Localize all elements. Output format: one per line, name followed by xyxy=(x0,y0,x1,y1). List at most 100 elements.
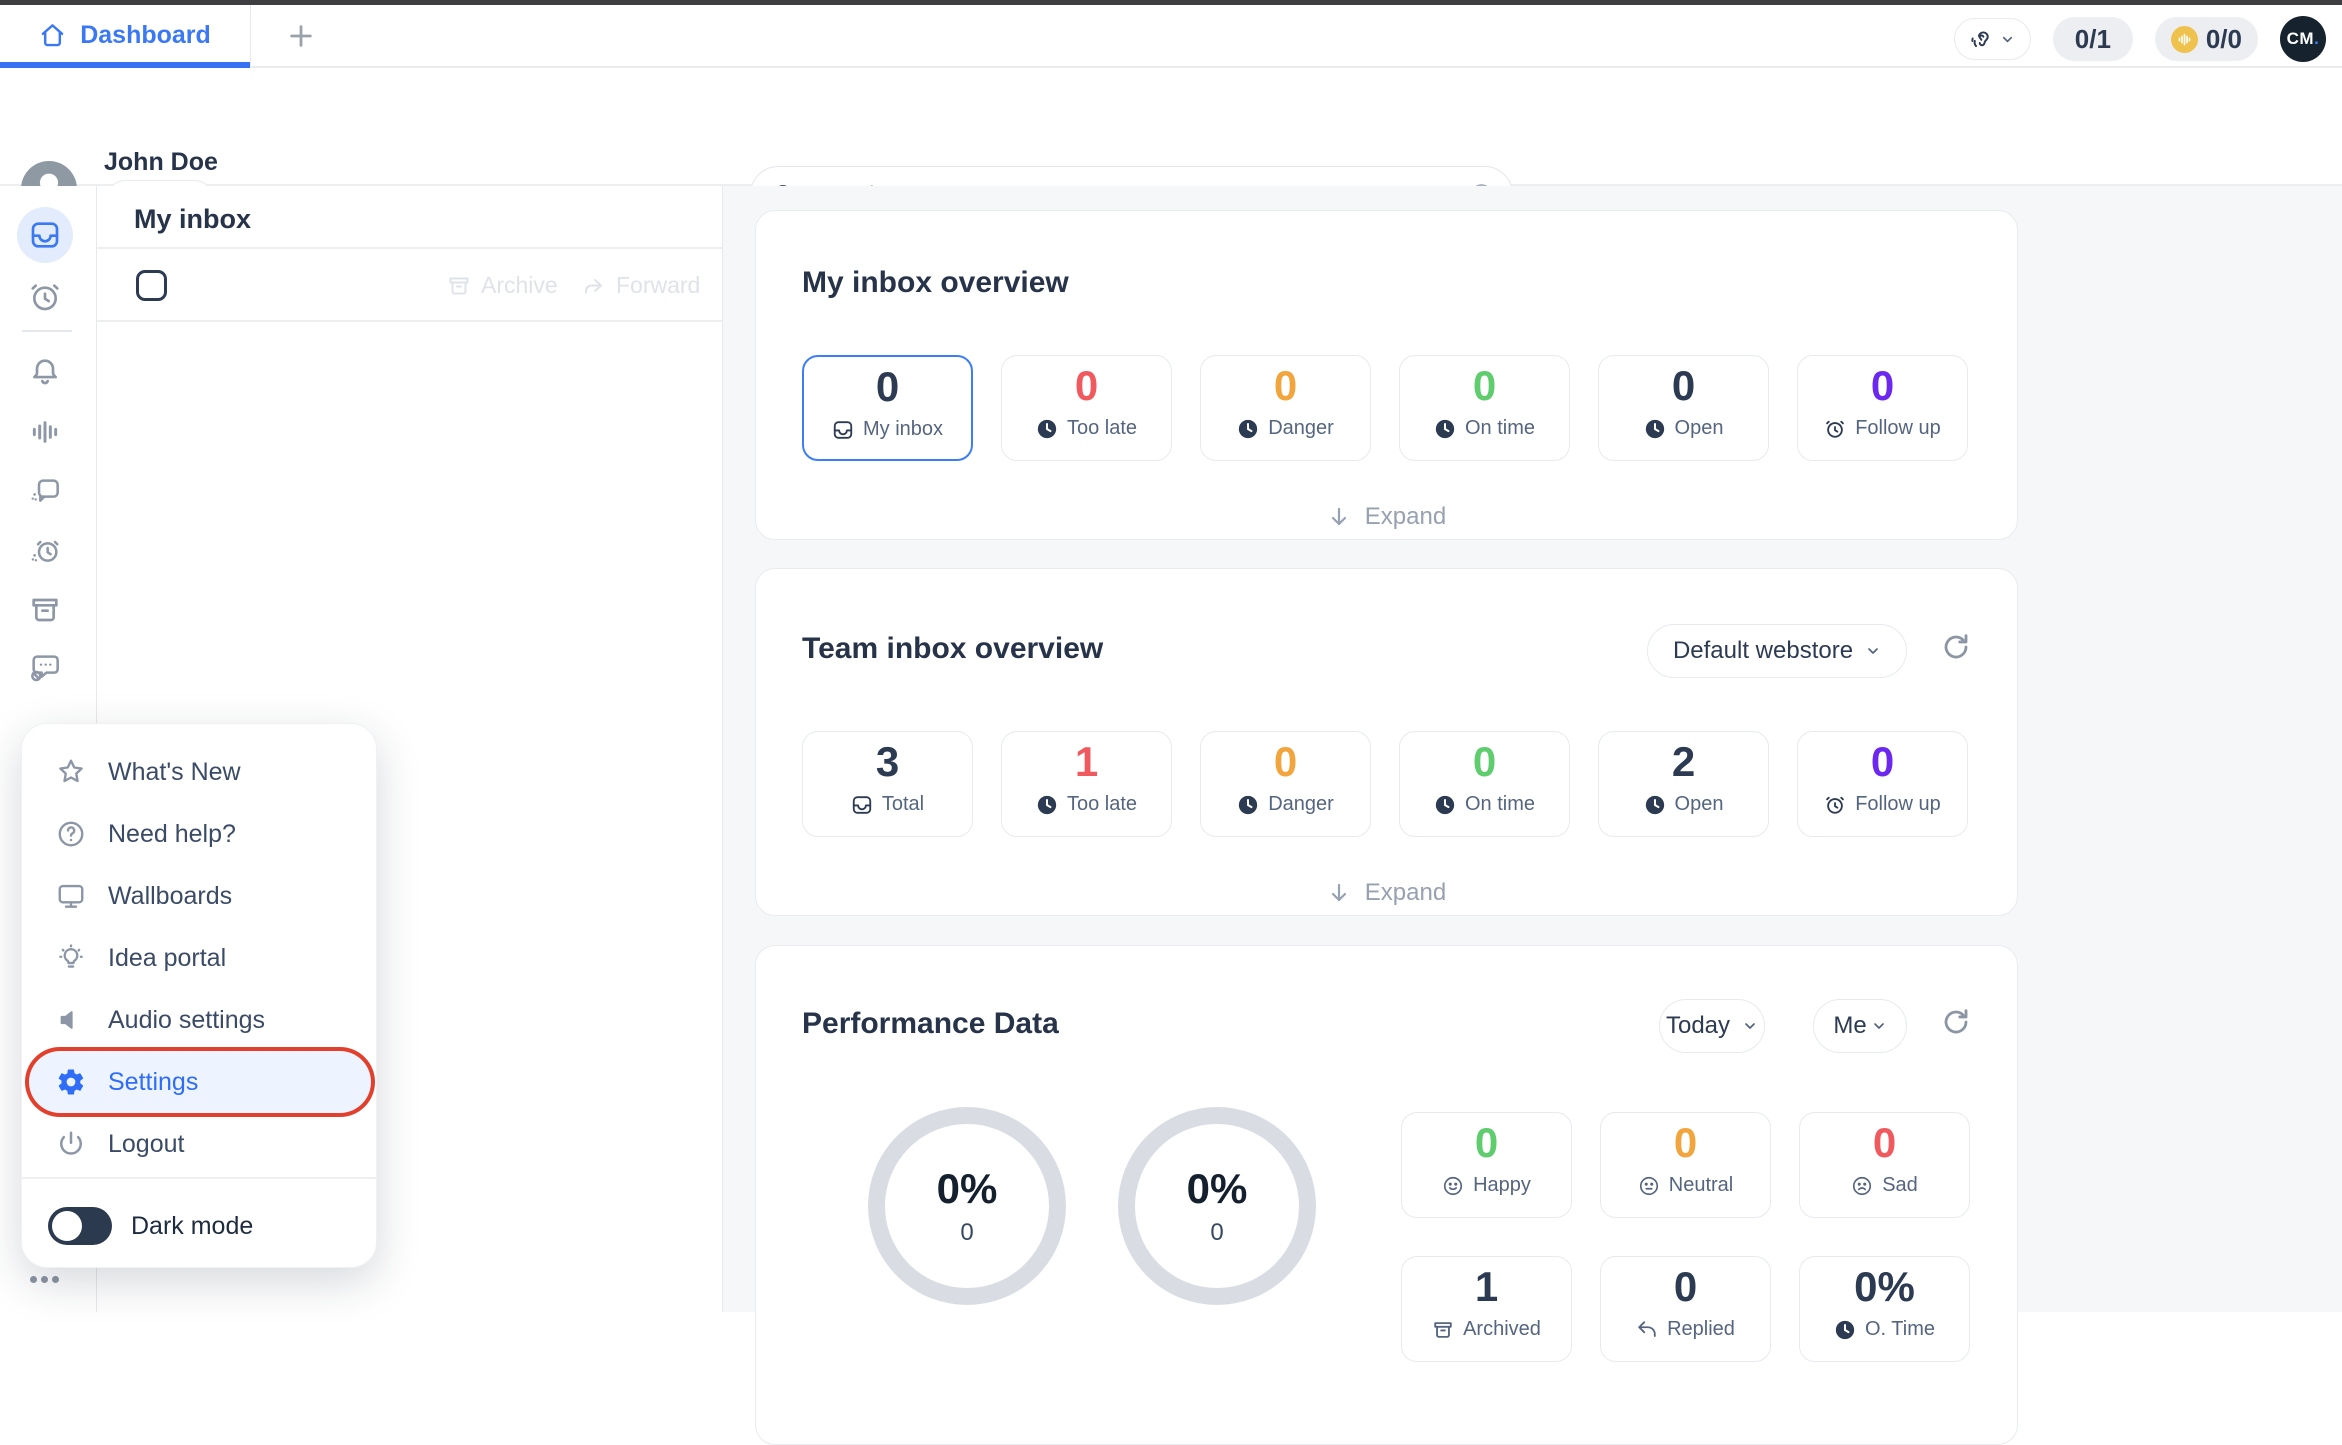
clock-icon xyxy=(1434,418,1456,440)
expand-button[interactable]: Expand xyxy=(756,503,2017,531)
performance-data-card: Performance Data Today Me 0% 0 0% 0 0Hap… xyxy=(755,945,2018,1445)
refresh-button[interactable] xyxy=(1940,1006,1972,1038)
power-icon xyxy=(56,1129,86,1159)
stat-card-open[interactable]: 0Open xyxy=(1598,355,1769,461)
gauge-count: 0 xyxy=(960,1219,973,1247)
listen-counter-badge[interactable]: 0/1 xyxy=(2053,17,2133,61)
refresh-button[interactable] xyxy=(1940,631,1972,663)
archive-label: Archive xyxy=(481,272,558,299)
avatar-dot: . xyxy=(2314,29,2319,49)
clock-icon xyxy=(1644,418,1666,440)
sound-counter-badge[interactable]: 0/0 xyxy=(2155,17,2258,61)
performance-gauge: 0% 0 xyxy=(868,1107,1066,1305)
gauge-count: 0 xyxy=(1210,1219,1223,1247)
archive-button[interactable]: Archive xyxy=(447,249,558,322)
toggle-knob xyxy=(52,1211,82,1241)
select-all-checkbox[interactable] xyxy=(136,270,167,301)
sidebar-inbox-icon[interactable] xyxy=(17,207,73,263)
sidebar-chat-person-icon[interactable] xyxy=(23,470,67,514)
dark-mode-label: Dark mode xyxy=(131,1212,253,1241)
stat-value: 2 xyxy=(1599,740,1768,784)
sidebar-divider xyxy=(22,330,72,332)
stat-value: 0 xyxy=(1800,1121,1969,1165)
tab-dashboard[interactable]: Dashboard xyxy=(0,5,251,66)
stat-card-neutral[interactable]: 0Neutral xyxy=(1600,1112,1771,1218)
stat-value: 0 xyxy=(1601,1265,1770,1309)
performance-gauge: 0% 0 xyxy=(1118,1107,1316,1305)
menu-item-settings[interactable]: Settings xyxy=(29,1051,371,1113)
forward-button[interactable]: Forward xyxy=(582,249,700,322)
stat-label: My inbox xyxy=(863,418,943,441)
dark-mode-toggle[interactable] xyxy=(48,1207,112,1245)
expand-button[interactable]: Expand xyxy=(756,879,2017,907)
inbox-sm-icon xyxy=(851,794,873,816)
reply-icon xyxy=(1636,1319,1658,1341)
stat-card-danger[interactable]: 0Danger xyxy=(1200,731,1371,837)
webstore-filter-dropdown[interactable]: Default webstore xyxy=(1647,624,1907,678)
chevron-down-icon xyxy=(2000,32,2015,47)
team-inbox-overview-card: Team inbox overview Default webstore 3To… xyxy=(755,568,2018,916)
stat-card-replied[interactable]: 0Replied xyxy=(1600,1256,1771,1362)
period-filter-dropdown[interactable]: Today xyxy=(1659,999,1765,1053)
meh-icon xyxy=(1638,1175,1660,1197)
sidebar-alarm-icon[interactable] xyxy=(23,275,67,319)
stat-card-on-time[interactable]: 0On time xyxy=(1399,731,1570,837)
clock-icon xyxy=(1237,794,1259,816)
listen-counter-value: 0/1 xyxy=(2075,24,2111,55)
gear-icon xyxy=(56,1067,86,1097)
ear-listening-icon xyxy=(1969,27,1994,52)
agent-filter-dropdown[interactable]: Me xyxy=(1813,999,1907,1053)
stat-card-follow-up[interactable]: 0Follow up xyxy=(1797,731,1968,837)
menu-item-audio-settings[interactable]: Audio settings xyxy=(22,989,376,1051)
inbox-panel-title: My inbox xyxy=(134,204,251,235)
menu-item-label: Wallboards xyxy=(108,882,232,911)
chevron-down-icon xyxy=(1871,1018,1887,1034)
stat-label: Too late xyxy=(1067,793,1137,816)
stat-value: 0 xyxy=(1201,364,1370,408)
sidebar-archive-icon[interactable] xyxy=(23,588,67,632)
sidebar-alarm-person-icon[interactable] xyxy=(23,530,67,574)
stat-card-happy[interactable]: 0Happy xyxy=(1401,1112,1572,1218)
clock-icon xyxy=(1834,1319,1856,1341)
stat-card-my-inbox[interactable]: 0My inbox xyxy=(802,355,973,461)
dashboard-main: My inbox overview 0My inbox0Too late0Dan… xyxy=(723,186,2342,1312)
agent-filter-label: Me xyxy=(1833,1012,1866,1040)
stat-label: O. Time xyxy=(1865,1318,1935,1341)
sidebar-wave-icon[interactable] xyxy=(23,410,67,454)
archive-sm-icon xyxy=(1432,1319,1454,1341)
section-title: Team inbox overview xyxy=(802,632,1103,666)
stat-card-o-time[interactable]: 0% O. Time xyxy=(1799,1256,1970,1362)
stat-card-total[interactable]: 3Total xyxy=(802,731,973,837)
stat-label: Open xyxy=(1675,793,1724,816)
menu-item-wallboards[interactable]: Wallboards xyxy=(22,865,376,927)
listening-mode-dropdown[interactable] xyxy=(1954,18,2031,60)
dark-mode-row: Dark mode xyxy=(22,1196,378,1256)
expand-label: Expand xyxy=(1365,503,1446,531)
stat-card-sad[interactable]: 0Sad xyxy=(1799,1112,1970,1218)
stat-card-too-late[interactable]: 1Too late xyxy=(1001,731,1172,837)
gauge-percent: 0% xyxy=(937,1165,998,1213)
clock-icon xyxy=(1036,794,1058,816)
menu-item-logout[interactable]: Logout xyxy=(22,1113,376,1175)
menu-item-idea-portal[interactable]: Idea portal xyxy=(22,927,376,989)
menu-item-label: Audio settings xyxy=(108,1006,265,1035)
menu-item-need-help-[interactable]: Need help? xyxy=(22,803,376,865)
new-tab-button[interactable] xyxy=(282,17,320,55)
account-avatar[interactable]: CM. xyxy=(2280,16,2326,62)
sidebar-chat-blocked-icon[interactable] xyxy=(23,646,67,690)
stat-card-danger[interactable]: 0Danger xyxy=(1200,355,1371,461)
stat-card-on-time[interactable]: 0On time xyxy=(1399,355,1570,461)
stat-value: 0% xyxy=(1800,1265,1969,1309)
stat-label: Archived xyxy=(1463,1318,1541,1341)
chevron-down-icon xyxy=(1742,1018,1758,1034)
stat-card-open[interactable]: 2 Open xyxy=(1598,731,1769,837)
menu-item-what-s-new[interactable]: What's New xyxy=(22,741,376,803)
sidebar-bell-icon[interactable] xyxy=(23,350,67,394)
stat-card-too-late[interactable]: 0Too late xyxy=(1001,355,1172,461)
menu-item-label: Idea portal xyxy=(108,944,226,973)
stat-card-follow-up[interactable]: 0Follow up xyxy=(1797,355,1968,461)
stat-value: 0 xyxy=(1798,740,1967,784)
sidebar-more-button[interactable] xyxy=(30,1276,59,1283)
stat-value: 0 xyxy=(1400,364,1569,408)
stat-card-archived[interactable]: 1Archived xyxy=(1401,1256,1572,1362)
